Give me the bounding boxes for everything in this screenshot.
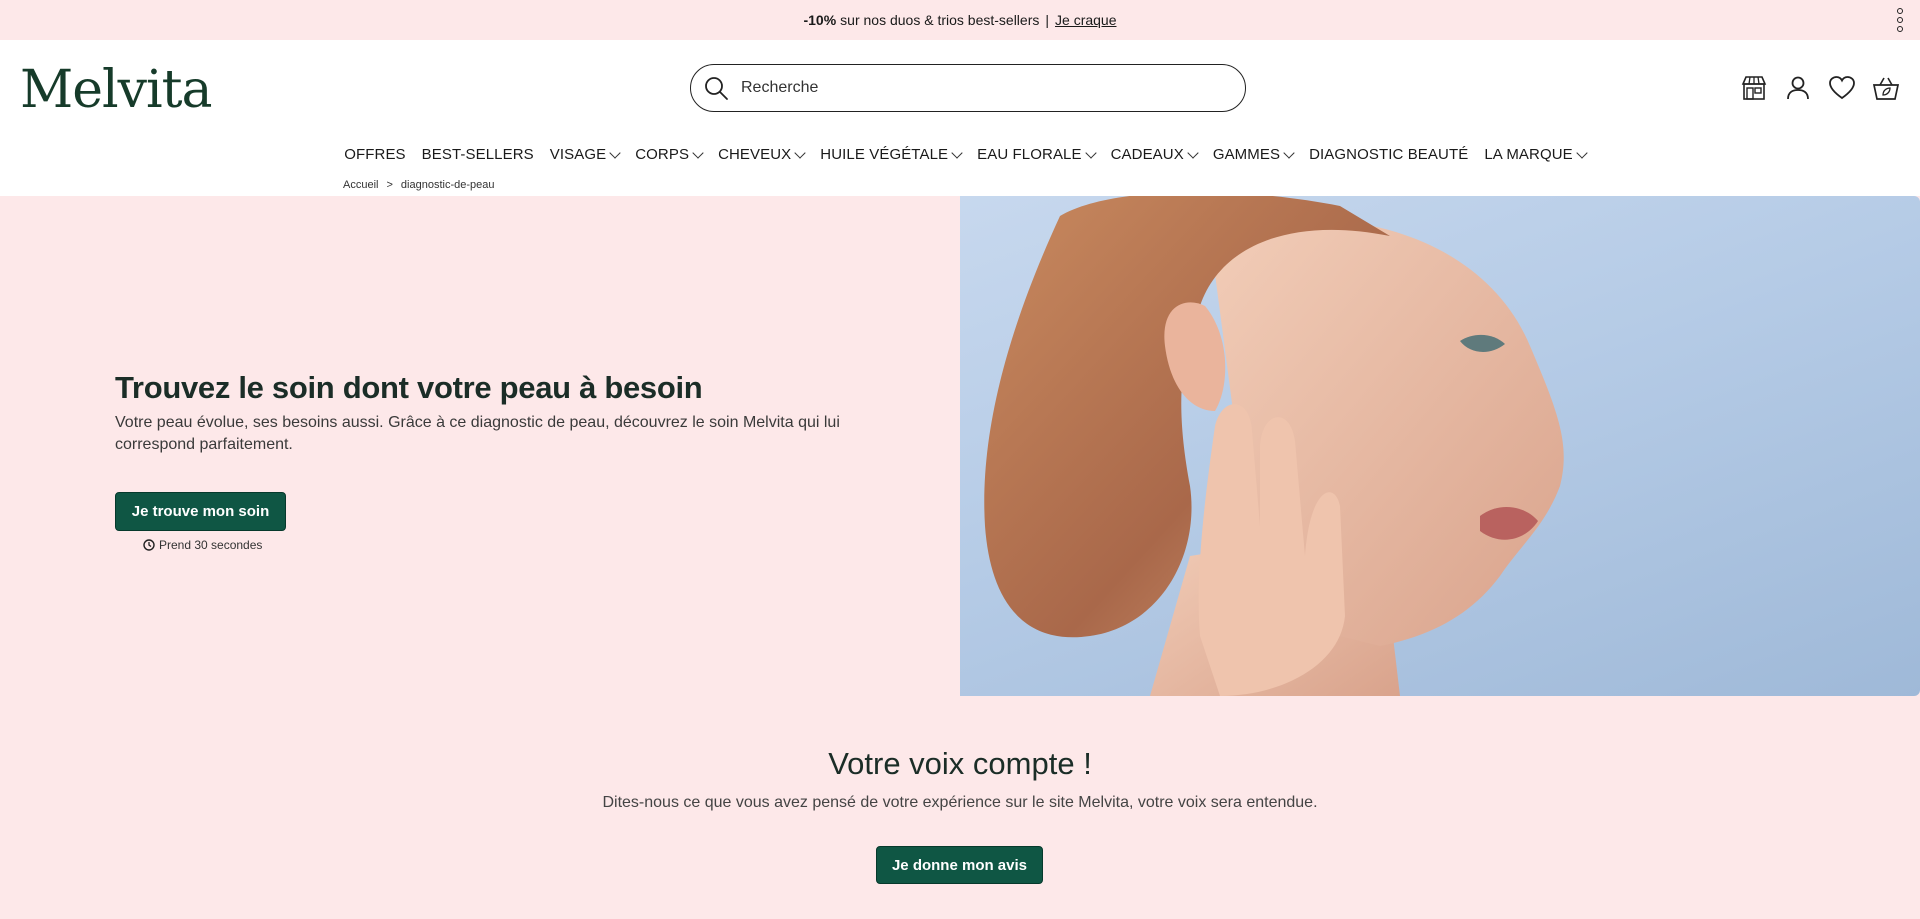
feedback-section: Votre voix compte ! Dites-nous ce que vo… [0, 696, 1920, 919]
time-note-text: Prend 30 secondes [159, 538, 263, 552]
main-nav: OFFRES BEST-SELLERS VISAGE CORPS CHEVEUX… [0, 146, 1920, 163]
promo-text: sur nos duos & trios best-sellers [840, 12, 1040, 28]
site-header: Melvita Recherche OFFRES BEST-SELLERS VI… [0, 40, 1920, 176]
basket-icon[interactable] [1872, 74, 1900, 102]
heart-icon[interactable] [1828, 74, 1856, 102]
chevron-down-icon [1283, 146, 1295, 159]
hero-title: Trouvez le soin dont votre peau à besoin [115, 370, 703, 405]
breadcrumb-separator: > [386, 179, 393, 191]
nav-item-offres[interactable]: OFFRES [344, 146, 405, 163]
feedback-description: Dites-nous ce que vous avez pensé de vot… [602, 794, 1318, 811]
breadcrumb-home[interactable]: Accueil [343, 179, 378, 191]
nav-item-best-sellers[interactable]: BEST-SELLERS [422, 146, 534, 163]
more-vertical-icon[interactable] [1896, 8, 1904, 32]
nav-item-corps[interactable]: CORPS [635, 146, 704, 163]
nav-item-diagnostic-beaute[interactable]: DIAGNOSTIC BEAUTÉ [1309, 146, 1468, 163]
nav-item-la-marque[interactable]: LA MARQUE [1484, 146, 1588, 163]
hero-image [960, 196, 1920, 696]
chevron-down-icon [951, 146, 963, 159]
chevron-down-icon [609, 146, 621, 159]
nav-item-visage[interactable]: VISAGE [550, 146, 621, 163]
chevron-down-icon [1084, 146, 1097, 159]
search-icon[interactable] [703, 75, 729, 101]
logo[interactable]: Melvita [20, 60, 213, 120]
header-icons [1740, 74, 1900, 102]
clock-icon [143, 539, 155, 551]
breadcrumb-current: diagnostic-de-peau [400, 179, 495, 191]
nav-item-huile-vegetale[interactable]: HUILE VÉGÉTALE [820, 146, 963, 163]
promo-bar: -10% sur nos duos & trios best-sellers |… [0, 0, 1920, 40]
give-feedback-button[interactable]: Je donne mon avis [876, 846, 1043, 884]
woman-portrait-illustration [984, 196, 1564, 696]
chevron-down-icon [692, 146, 704, 159]
hero-description: Votre peau évolue, ses besoins aussi. Gr… [115, 414, 840, 453]
chevron-down-icon [1576, 146, 1588, 159]
nav-item-gammes[interactable]: GAMMES [1213, 146, 1295, 163]
search-bar[interactable] [690, 64, 1246, 112]
nav-item-eau-florale[interactable]: EAU FLORALE [977, 146, 1097, 163]
store-icon[interactable] [1740, 74, 1768, 102]
chevron-down-icon [794, 146, 806, 159]
promo-separator: | [1045, 12, 1050, 28]
user-icon[interactable] [1784, 74, 1812, 102]
promo-link[interactable]: Je craque [1055, 12, 1116, 28]
hero-banner: Trouvez le soin dont votre peau à besoin… [0, 196, 1920, 696]
nav-item-cadeaux[interactable]: CADEAUX [1111, 146, 1199, 163]
search-input[interactable] [741, 79, 1221, 97]
promo-highlight: -10% [803, 12, 837, 28]
nav-item-cheveux[interactable]: CHEVEUX [718, 146, 806, 163]
hero-text: Trouvez le soin dont votre peau à besoin… [115, 370, 875, 456]
breadcrumb: Accueil > diagnostic-de-peau [343, 179, 494, 191]
time-note: Prend 30 secondes [143, 538, 262, 552]
feedback-title: Votre voix compte ! [828, 746, 1092, 781]
chevron-down-icon [1187, 146, 1199, 159]
find-skincare-button[interactable]: Je trouve mon soin [115, 492, 286, 531]
